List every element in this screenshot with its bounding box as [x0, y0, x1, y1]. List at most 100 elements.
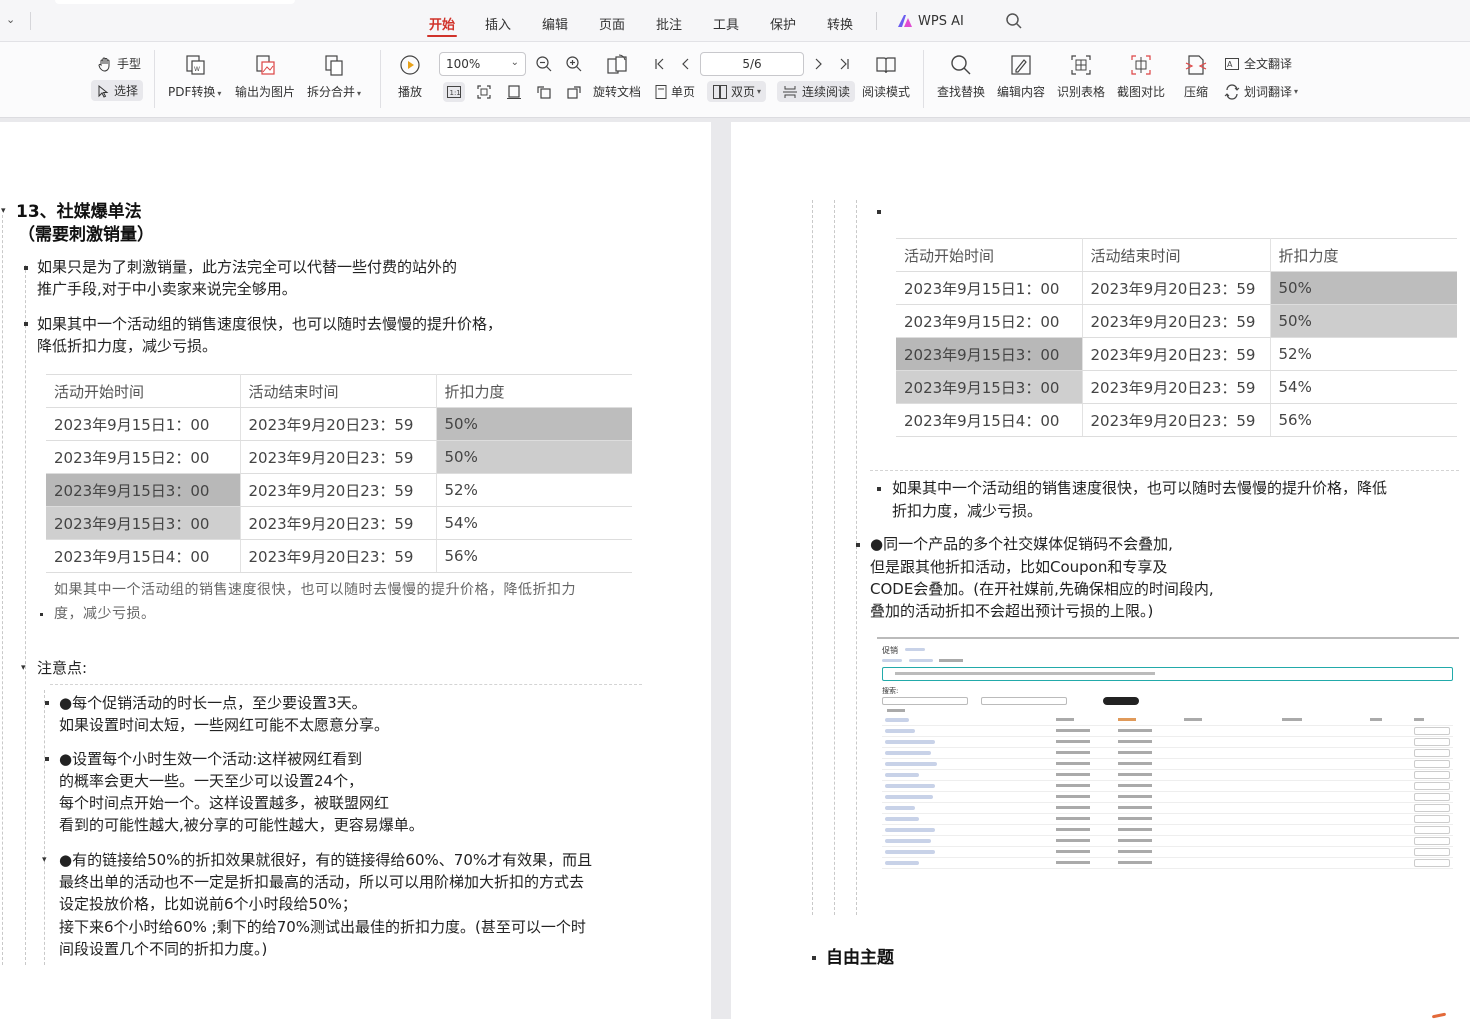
- mini-header: [1282, 718, 1302, 721]
- bullet: [45, 757, 49, 761]
- document-tab-strip[interactable]: [55, 0, 295, 4]
- table-row: 2023年9月15日1：00 2023年9月20日23：59 50%: [46, 407, 632, 441]
- last-page-icon[interactable]: [837, 57, 851, 71]
- zoom-select[interactable]: 100% ⌄: [439, 52, 526, 76]
- divider: [380, 50, 381, 108]
- table-header: 活动开始时间: [46, 374, 241, 408]
- select-tool-button[interactable]: 选择: [91, 80, 144, 101]
- book-icon: [873, 52, 899, 78]
- note-line: 的概率会更大一些。一天至少可以设置24个，: [59, 772, 364, 790]
- zoom-in-icon[interactable]: [565, 55, 583, 73]
- actual-size-button[interactable]: 1:1: [443, 82, 465, 102]
- export-image-icon: [252, 52, 278, 78]
- next-page-icon[interactable]: [811, 57, 825, 71]
- read-mode-button[interactable]: 阅读模式: [862, 52, 910, 100]
- section-heading: 13、社媒爆单法: [16, 202, 142, 222]
- note-line: ●设置每个小时生效一个活动:这样被网红看到: [59, 750, 363, 768]
- fit-page-icon[interactable]: [476, 84, 492, 100]
- export-image-label: 输出为图片: [235, 85, 296, 99]
- table-row: 2023年9月15日2：00 2023年9月20日23：59 50%: [46, 440, 632, 474]
- screenshot-compare-label: 截图对比: [1117, 85, 1166, 99]
- split-merge-button[interactable]: 拆分合并 ▾: [307, 52, 361, 100]
- bullet: [877, 210, 881, 214]
- tab-start[interactable]: 开始: [426, 14, 458, 37]
- compress-icon: [1183, 52, 1209, 78]
- play-button[interactable]: 播放: [397, 52, 423, 100]
- caret-down-icon: ▾: [357, 89, 362, 98]
- edit-content-button[interactable]: 编辑内容: [997, 52, 1045, 100]
- bullet: [877, 487, 881, 491]
- prev-page-icon[interactable]: [679, 57, 693, 71]
- note-line: 间段设置几个不同的折扣力度。): [59, 940, 268, 958]
- export-image-button[interactable]: 输出为图片: [235, 52, 295, 100]
- collapse-toggle-icon[interactable]: ▾: [42, 855, 47, 865]
- tab-convert[interactable]: 转换: [827, 14, 853, 33]
- pdf-convert-button[interactable]: W PDF转换 ▾: [168, 52, 221, 100]
- continuous-read-button[interactable]: 连续阅读: [777, 81, 856, 102]
- double-page-button[interactable]: 双页 ▾: [707, 81, 767, 102]
- rotate-left-icon[interactable]: [536, 84, 552, 100]
- table-row: [882, 803, 1453, 814]
- table-cell: 2023年9月20日23：59: [240, 407, 437, 441]
- screenshot-compare-button[interactable]: 截图对比: [1117, 52, 1165, 100]
- hand-label: 手型: [117, 57, 142, 71]
- rotate-right-icon[interactable]: [566, 84, 582, 100]
- svg-text:A: A: [1227, 60, 1233, 69]
- table-cell: 2023年9月20日23：59: [240, 539, 437, 573]
- table-header: 活动开始时间: [896, 238, 1083, 272]
- zoom-out-icon[interactable]: [535, 55, 553, 73]
- find-replace-button[interactable]: 查找替换: [937, 52, 985, 100]
- mini-search-label: 搜索:: [882, 687, 899, 695]
- edit-content-icon: [1008, 52, 1034, 78]
- recognize-table-button[interactable]: 识别表格: [1057, 52, 1105, 100]
- select-label: 选择: [114, 84, 139, 98]
- mini-search-button: [1103, 697, 1139, 705]
- table-cell: 2023年9月15日3：00: [46, 473, 241, 507]
- full-translate-button[interactable]: A 全文翻译: [1224, 55, 1292, 72]
- search-icon[interactable]: [1005, 12, 1023, 30]
- table-row: 2023年9月15日1：00 2023年9月20日23：59 50%: [896, 271, 1457, 305]
- tab-page[interactable]: 页面: [599, 14, 625, 33]
- mini-notice-text: [895, 672, 1155, 675]
- outline-guide: [25, 265, 26, 965]
- paragraph-line: 降低折扣力度，减少亏损。: [37, 337, 218, 355]
- table-cell: 50%: [436, 407, 632, 441]
- paragraph-line: 推广手段,对于中小卖家来说完全够用。: [37, 280, 297, 298]
- tab-edit[interactable]: 编辑: [542, 14, 568, 33]
- table-cell: 2023年9月20日23：59: [1082, 337, 1271, 371]
- tab-comment[interactable]: 批注: [656, 14, 682, 33]
- hand-tool-button[interactable]: 手型: [97, 55, 141, 72]
- page-number-input[interactable]: 5/6: [700, 52, 804, 76]
- note-line: ●有的链接给50%的折扣效果就很好，有的链接得给60%、70%才有效果，而且: [59, 851, 593, 869]
- table-row: 2023年9月15日2：00 2023年9月20日23：59 50%: [896, 304, 1457, 338]
- paragraph-line: CODE会叠加。(在开社媒前,先确保相应的时间段内,: [870, 580, 1214, 598]
- chevron-down-icon[interactable]: ⌄: [6, 13, 16, 26]
- tab-insert[interactable]: 插入: [485, 14, 511, 33]
- fit-width-icon[interactable]: [506, 84, 522, 100]
- notes-title: 注意点:: [37, 659, 88, 677]
- table-row: [882, 737, 1453, 748]
- hand-icon: [98, 57, 110, 72]
- single-page-button[interactable]: 单页: [654, 83, 695, 100]
- table-cell: 50%: [1270, 304, 1457, 338]
- word-translate-button[interactable]: 划词翻译 ▾: [1224, 83, 1298, 100]
- word-translate-icon: [1224, 83, 1240, 100]
- table-cell: 52%: [1270, 337, 1457, 371]
- tab-tools[interactable]: 工具: [713, 14, 739, 33]
- table-cell: 56%: [436, 539, 632, 573]
- rotate-document-label: 旋转文档: [593, 85, 642, 99]
- double-page-label: 双页: [731, 85, 756, 99]
- table-cell: 2023年9月20日23：59: [1082, 370, 1271, 404]
- tab-wps-ai[interactable]: WPS AI: [918, 14, 964, 29]
- rotate-document-button[interactable]: 旋转文档: [593, 52, 641, 100]
- tab-protect[interactable]: 保护: [770, 14, 796, 33]
- search-icon: [948, 52, 974, 78]
- table-row: [882, 759, 1453, 770]
- bullet: [812, 956, 816, 960]
- note-line: ●每个促销活动的时长一点，至少要设置3天。: [59, 694, 367, 712]
- collapse-toggle-icon[interactable]: ▾: [21, 663, 26, 673]
- table-cell: 2023年9月20日23：59: [1082, 304, 1271, 338]
- collapse-toggle-icon[interactable]: ▾: [1, 206, 6, 216]
- compress-button[interactable]: 压缩: [1183, 52, 1209, 100]
- first-page-icon[interactable]: [653, 57, 667, 71]
